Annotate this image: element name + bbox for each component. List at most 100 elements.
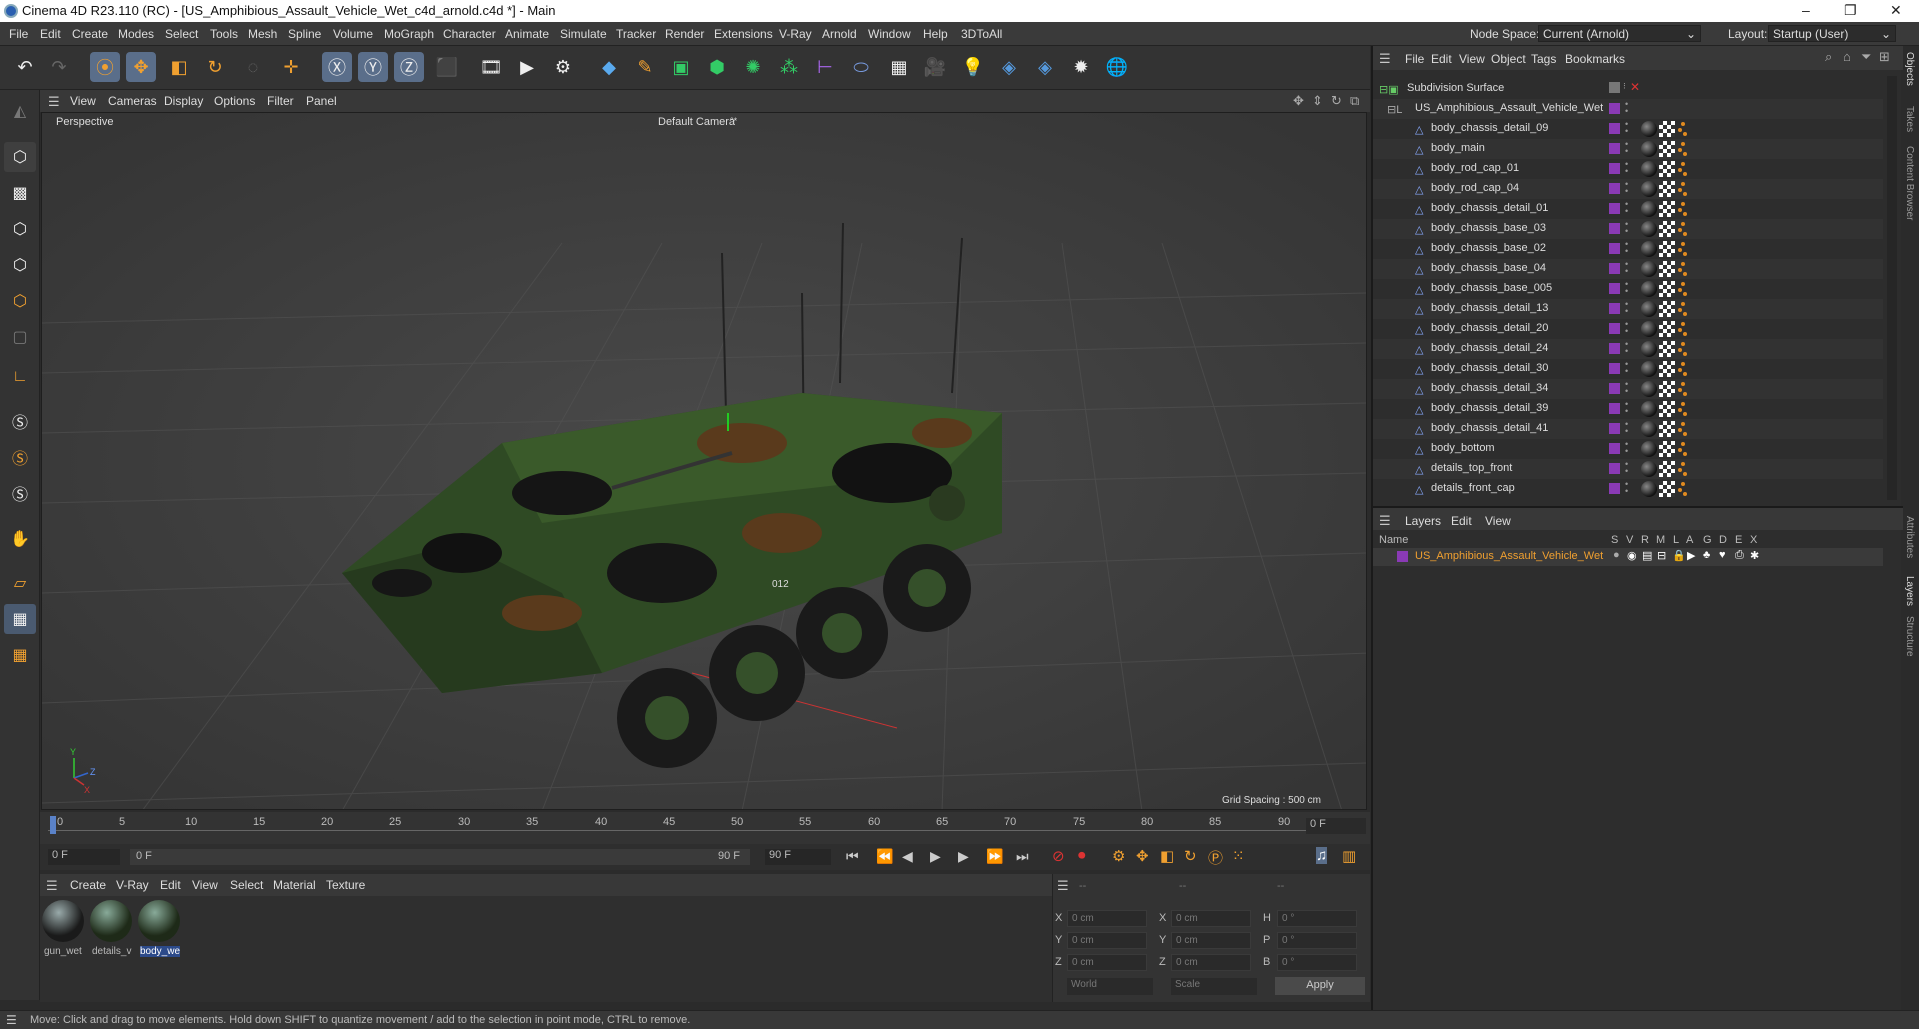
camera-name[interactable]: Default Camera	[658, 116, 736, 128]
uvw-tag-icon[interactable]	[1659, 441, 1675, 457]
uv-mode-icon[interactable]: ▢	[4, 322, 36, 352]
move-tool-icon[interactable]: ✥	[126, 52, 156, 82]
menu-create[interactable]: Create	[72, 27, 108, 41]
object-row[interactable]: △ body_chassis_detail_39 • •	[1373, 399, 1883, 419]
render-settings-icon[interactable]: ⚙	[548, 52, 578, 82]
hamburger-menu-icon[interactable]: ☰	[48, 94, 60, 110]
phong-tag-icon[interactable]	[1677, 161, 1687, 177]
material-body-wet[interactable]: body_we	[138, 900, 182, 962]
polygon-mode-icon[interactable]: ⬡	[4, 286, 36, 316]
z-axis-lock-icon[interactable]: Ⓩ	[394, 52, 424, 82]
timeline-window-icon[interactable]: ▥	[1342, 847, 1356, 865]
object-row[interactable]: △ body_chassis_detail_01 • •	[1373, 199, 1883, 219]
point-mode-icon[interactable]: ⬡	[4, 214, 36, 244]
menu-edit[interactable]: Edit	[40, 27, 61, 41]
object-row[interactable]: △ body_chassis_detail_30 • •	[1373, 359, 1883, 379]
playhead[interactable]	[50, 816, 56, 834]
coordinate-system-icon[interactable]: ⬛	[432, 52, 462, 82]
rotation-p-field[interactable]	[1277, 932, 1357, 949]
make-editable-icon[interactable]: ◭	[4, 96, 36, 126]
mat-menu-view[interactable]: View	[192, 878, 218, 892]
material-tag-icon[interactable]	[1641, 321, 1657, 337]
phong-tag-icon[interactable]	[1677, 441, 1687, 457]
object-row-subdivision[interactable]: ⊟▣ Subdivision Surface ⁝ ✕	[1373, 79, 1883, 99]
menu-select[interactable]: Select	[165, 27, 198, 41]
menu-character[interactable]: Character	[443, 27, 496, 41]
visibility-dots-icon[interactable]: • •	[1625, 420, 1631, 437]
key-rotation-icon[interactable]: ↻	[1184, 847, 1197, 865]
uvw-tag-icon[interactable]	[1659, 181, 1675, 197]
tab-objects[interactable]: Objects	[1904, 52, 1915, 86]
redo-icon[interactable]: ↷	[44, 52, 74, 82]
material-tag-icon[interactable]	[1641, 221, 1657, 237]
phong-tag-icon[interactable]	[1677, 401, 1687, 417]
scale-dropdown[interactable]: Scale	[1171, 978, 1257, 995]
apply-button[interactable]: Apply	[1275, 977, 1365, 995]
object-row[interactable]: △ body_chassis_detail_13 • •	[1373, 299, 1883, 319]
mograph-icon[interactable]: ⁂	[774, 52, 804, 82]
go-to-end-icon[interactable]: ⏭	[1016, 848, 1029, 865]
lock-icon[interactable]: 🔒	[1672, 549, 1686, 562]
python-generator-icon[interactable]: ◈	[1030, 52, 1060, 82]
visibility-dots-icon[interactable]: • •	[1625, 280, 1631, 297]
timeline-ruler[interactable]: 0 5 10 15 20 25 30 35 40 45 50 55 60 65 …	[40, 812, 1370, 844]
material-gun-wet[interactable]: gun_wet	[42, 900, 86, 962]
go-to-start-icon[interactable]: ⏮	[846, 848, 859, 865]
scale-tool-icon[interactable]: ◧	[164, 52, 194, 82]
menu-volume[interactable]: Volume	[333, 27, 373, 41]
solo-icon[interactable]: ●	[1613, 549, 1620, 561]
material-tag-icon[interactable]	[1641, 141, 1657, 157]
material-tag-icon[interactable]	[1641, 161, 1657, 177]
phong-tag-icon[interactable]	[1677, 421, 1687, 437]
model-mode-icon[interactable]: ⬡	[4, 142, 36, 172]
hamburger-menu-icon[interactable]: ☰	[6, 1013, 17, 1027]
menu-help[interactable]: Help	[923, 27, 948, 41]
tab-layers[interactable]: Layers	[1904, 576, 1915, 606]
key-scale-icon[interactable]: ◧	[1160, 847, 1174, 865]
position-y-field[interactable]	[1067, 932, 1147, 949]
vp-menu-display[interactable]: Display	[164, 94, 203, 108]
disabled-x-icon[interactable]: ✕	[1630, 80, 1640, 94]
phong-tag-icon[interactable]	[1677, 221, 1687, 237]
uvw-tag-icon[interactable]	[1659, 421, 1675, 437]
prev-key-icon[interactable]: ⏪	[876, 848, 893, 865]
visible-eye-icon[interactable]: ◉	[1627, 549, 1637, 562]
object-row[interactable]: △ details_top_front • •	[1373, 459, 1883, 479]
mat-menu-create[interactable]: Create	[70, 878, 106, 892]
material-tag-icon[interactable]	[1641, 361, 1657, 377]
uvw-tag-icon[interactable]	[1659, 281, 1675, 297]
visibility-dots-icon[interactable]: • •	[1625, 160, 1631, 177]
mat-menu-texture[interactable]: Texture	[326, 878, 365, 892]
menu-file[interactable]: File	[9, 27, 28, 41]
phong-tag-icon[interactable]	[1677, 281, 1687, 297]
workplane-icon[interactable]: ▱	[4, 568, 36, 598]
phong-tag-icon[interactable]	[1677, 141, 1687, 157]
uvw-tag-icon[interactable]	[1659, 201, 1675, 217]
material-tag-icon[interactable]	[1641, 461, 1657, 477]
mat-menu-select[interactable]: Select	[230, 878, 263, 892]
visibility-dots-icon[interactable]: • •	[1625, 460, 1631, 477]
visibility-dots-icon[interactable]: • •	[1625, 320, 1631, 337]
visibility-dots-icon[interactable]: ⁝	[1623, 81, 1626, 92]
tab-content-browser[interactable]: Content Browser	[1904, 146, 1915, 220]
uvw-tag-icon[interactable]	[1659, 341, 1675, 357]
hamburger-menu-icon[interactable]: ☰	[1379, 51, 1391, 67]
camera-icon[interactable]: 🎥	[920, 52, 950, 82]
zoom-view-icon[interactable]: ⇕	[1312, 93, 1323, 109]
cube-icon[interactable]: ◆	[594, 52, 624, 82]
object-row[interactable]: △ details_front_cap • •	[1373, 479, 1883, 499]
uvw-tag-icon[interactable]	[1659, 121, 1675, 137]
globe-icon[interactable]: 🌐	[1102, 52, 1132, 82]
x-axis-lock-icon[interactable]: Ⓧ	[322, 52, 352, 82]
material-tag-icon[interactable]	[1641, 201, 1657, 217]
hamburger-menu-icon[interactable]: ☰	[46, 878, 58, 894]
perspective-viewport[interactable]: 012 Perspective Default Camera °* Grid S…	[41, 112, 1367, 810]
size-z-field[interactable]	[1171, 954, 1251, 971]
visibility-dots-icon[interactable]: • •	[1625, 300, 1631, 317]
maximize-button[interactable]: ❐	[1844, 2, 1857, 19]
menu-vray[interactable]: V-Ray	[779, 27, 812, 41]
visibility-dots-icon[interactable]: • •	[1625, 440, 1631, 457]
obj-menu-bookmarks[interactable]: Bookmarks	[1565, 52, 1625, 66]
material-tag-icon[interactable]	[1641, 421, 1657, 437]
deformer-icon[interactable]: ⊢	[810, 52, 840, 82]
